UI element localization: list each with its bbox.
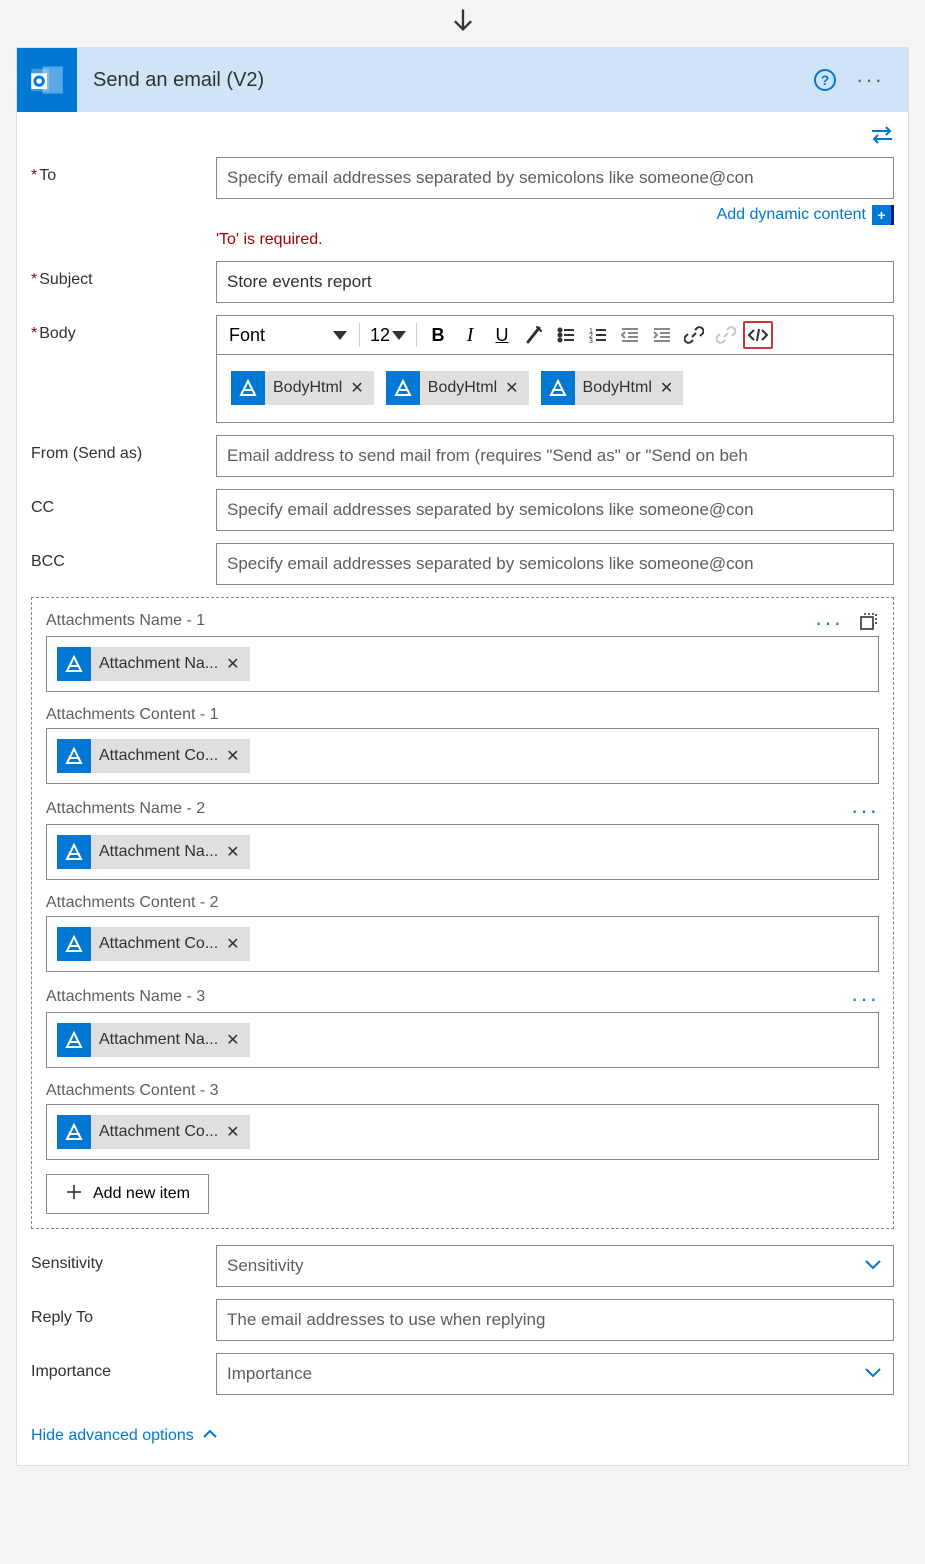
reply-to-label: Reply To [31, 1299, 216, 1327]
attachments-section: Attachments Name - 1 ··· Attachment Na..… [31, 597, 894, 1229]
to-error: 'To' is required. [216, 225, 894, 249]
attachment-item-menu[interactable]: ··· [851, 798, 879, 824]
subject-input[interactable] [216, 261, 894, 303]
flow-token-icon [57, 739, 91, 773]
to-label: To [31, 157, 216, 185]
bcc-input[interactable] [216, 543, 894, 585]
attachment-token: Attachment Co... ✕ [57, 927, 250, 961]
attachment-name-3-input[interactable]: Attachment Na... ✕ [46, 1012, 879, 1068]
outdent-button[interactable] [615, 321, 645, 349]
cc-label: CC [31, 489, 216, 517]
attachment-content-1-input[interactable]: Attachment Co... ✕ [46, 728, 879, 784]
rich-text-toolbar: Font 12 B I U 123 [216, 315, 894, 355]
swap-icon[interactable] [870, 126, 894, 149]
svg-text:3: 3 [589, 338, 593, 345]
reply-to-input[interactable] [216, 1299, 894, 1341]
action-card: Send an email (V2) ? ··· To Add dynamic … [16, 47, 909, 1466]
attachment-content-2-label: Attachments Content - 2 [46, 894, 879, 916]
card-menu-button[interactable]: ··· [856, 67, 884, 93]
to-input[interactable] [216, 157, 894, 199]
font-size-select[interactable]: 12 [366, 325, 410, 346]
attachment-content-1-label: Attachments Content - 1 [46, 706, 879, 728]
flow-token-icon [57, 1023, 91, 1057]
flow-token-icon [541, 371, 575, 405]
sensitivity-label: Sensitivity [31, 1245, 216, 1273]
card-header[interactable]: Send an email (V2) ? ··· [17, 48, 908, 112]
font-color-button[interactable] [519, 321, 549, 349]
attachment-token: Attachment Co... ✕ [57, 739, 250, 773]
remove-token-icon[interactable]: ✕ [505, 378, 528, 398]
bcc-label: BCC [31, 543, 216, 571]
body-token: BodyHtml ✕ [386, 371, 529, 405]
flow-token-icon [57, 1115, 91, 1149]
link-button[interactable] [679, 321, 709, 349]
flow-token-icon [57, 647, 91, 681]
from-input[interactable] [216, 435, 894, 477]
cc-input[interactable] [216, 489, 894, 531]
remove-token-icon[interactable]: ✕ [226, 746, 249, 766]
remove-token-icon[interactable]: ✕ [226, 1122, 249, 1142]
sensitivity-select[interactable]: Sensitivity [216, 1245, 894, 1287]
body-editor[interactable]: BodyHtml ✕ BodyHtml ✕ BodyHtml ✕ [216, 355, 894, 423]
attachment-name-2-input[interactable]: Attachment Na... ✕ [46, 824, 879, 880]
indent-button[interactable] [647, 321, 677, 349]
from-label: From (Send as) [31, 435, 216, 463]
chevron-down-icon [863, 1256, 883, 1276]
attachment-content-3-label: Attachments Content - 3 [46, 1082, 879, 1104]
italic-button[interactable]: I [455, 321, 485, 349]
dynamic-content-badge-icon[interactable]: + [872, 205, 894, 225]
flow-token-icon [231, 371, 265, 405]
attachment-token: Attachment Co... ✕ [57, 1115, 250, 1149]
remove-token-icon[interactable]: ✕ [660, 378, 683, 398]
attachment-name-1-input[interactable]: Attachment Na... ✕ [46, 636, 879, 692]
body-token: BodyHtml ✕ [541, 371, 684, 405]
body-label: Body [31, 315, 216, 343]
card-title: Send an email (V2) [77, 69, 814, 92]
body-token: BodyHtml ✕ [231, 371, 374, 405]
importance-select[interactable]: Importance [216, 1353, 894, 1395]
bold-button[interactable]: B [423, 321, 453, 349]
chevron-up-icon [202, 1427, 218, 1445]
attachment-content-2-input[interactable]: Attachment Co... ✕ [46, 916, 879, 972]
attachment-item-menu[interactable]: ··· [815, 610, 843, 636]
chevron-down-icon [863, 1364, 883, 1384]
plus-icon [65, 1183, 83, 1206]
remove-token-icon[interactable]: ✕ [226, 934, 249, 954]
attachment-name-3-label: Attachments Name - 3 [46, 988, 205, 1010]
numbered-list-button[interactable]: 123 [583, 321, 613, 349]
attachment-token: Attachment Na... ✕ [57, 835, 250, 869]
outlook-icon [17, 48, 77, 112]
add-dynamic-content-link[interactable]: Add dynamic content [717, 206, 866, 224]
help-icon[interactable]: ? [814, 69, 836, 91]
remove-token-icon[interactable]: ✕ [350, 378, 373, 398]
flow-token-icon [57, 835, 91, 869]
importance-label: Importance [31, 1353, 216, 1381]
attachment-name-1-label: Attachments Name - 1 [46, 612, 205, 634]
remove-token-icon[interactable]: ✕ [226, 1030, 249, 1050]
remove-token-icon[interactable]: ✕ [226, 842, 249, 862]
underline-button[interactable]: U [487, 321, 517, 349]
unlink-button[interactable] [711, 321, 741, 349]
subject-label: Subject [31, 261, 216, 289]
attachment-token: Attachment Na... ✕ [57, 647, 250, 681]
flow-arrow [0, 0, 925, 39]
remove-token-icon[interactable]: ✕ [226, 654, 249, 674]
attachment-name-2-label: Attachments Name - 2 [46, 800, 205, 822]
flow-token-icon [57, 927, 91, 961]
attachment-token: Attachment Na... ✕ [57, 1023, 250, 1057]
add-new-item-button[interactable]: Add new item [46, 1174, 209, 1214]
hide-advanced-options-link[interactable]: Hide advanced options [31, 1427, 218, 1445]
attachment-item-menu[interactable]: ··· [851, 986, 879, 1012]
font-select[interactable]: Font [223, 321, 353, 349]
bullet-list-button[interactable] [551, 321, 581, 349]
array-mode-icon[interactable] [859, 611, 879, 636]
flow-token-icon [386, 371, 420, 405]
attachment-content-3-input[interactable]: Attachment Co... ✕ [46, 1104, 879, 1160]
code-view-button[interactable] [743, 321, 773, 349]
